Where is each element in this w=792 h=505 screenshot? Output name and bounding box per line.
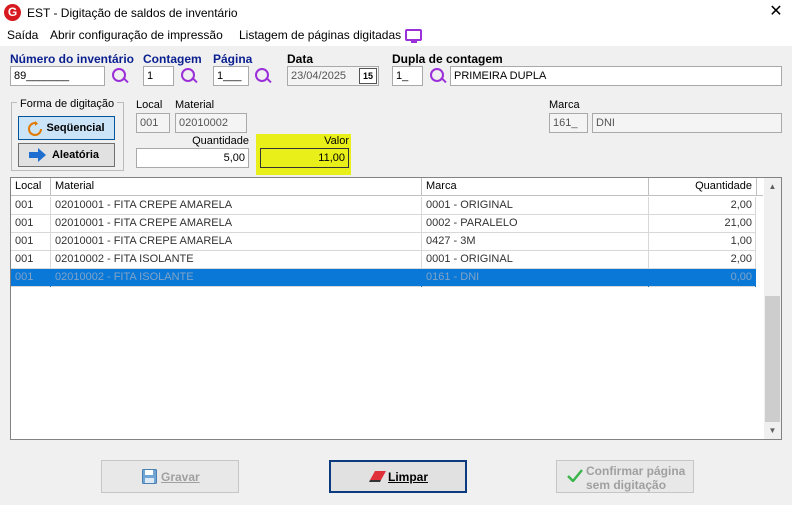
sequential-label: Seqüencial	[46, 122, 105, 134]
search-icon-pair[interactable]	[429, 67, 447, 85]
page-label: Página	[213, 52, 253, 66]
cell-material: 02010001 - FITA CREPE AMARELA	[51, 233, 422, 251]
confirm-page-button[interactable]: Confirmar página sem digitação	[556, 460, 694, 493]
scroll-down-icon[interactable]: ▼	[764, 422, 781, 439]
local-label: Local	[136, 99, 163, 111]
checkmark-icon	[567, 469, 583, 482]
close-icon[interactable]: ✕	[766, 2, 786, 22]
inventory-number-input[interactable]: 89_______	[10, 66, 105, 86]
count-pair-label: Dupla de contagem	[392, 52, 503, 66]
refresh-icon	[28, 121, 42, 136]
cell-quantity: 0,00	[649, 269, 756, 287]
page-input[interactable]: 1___	[213, 66, 249, 86]
arrow-right-icon	[29, 148, 46, 162]
table-row[interactable]: 001 02010002 - FITA ISOLANTE 0001 - ORIG…	[11, 251, 756, 269]
cell-material: 02010001 - FITA CREPE AMARELA	[51, 197, 422, 215]
cell-quantity: 2,00	[649, 251, 756, 269]
grid-header: Local Material Marca Quantidade	[11, 178, 763, 196]
brand-name-field: DNI	[592, 113, 782, 133]
cell-local: 001	[11, 215, 51, 233]
cell-brand: 0002 - PARALELO	[422, 215, 649, 233]
count-pair-name-field: PRIMEIRA DUPLA	[450, 66, 782, 86]
cell-local: 001	[11, 233, 51, 251]
col-header-material[interactable]: Material	[51, 178, 422, 196]
cell-material: 02010002 - FITA ISOLANTE	[51, 251, 422, 269]
scroll-thumb[interactable]	[765, 296, 780, 422]
cell-quantity: 2,00	[649, 197, 756, 215]
table-row[interactable]: 001 02010001 - FITA CREPE AMARELA 0427 -…	[11, 233, 756, 251]
value-input[interactable]: 11,00	[260, 148, 349, 168]
scroll-up-icon[interactable]: ▲	[764, 178, 781, 195]
menu-item-saida[interactable]: Saída	[7, 28, 38, 42]
local-input[interactable]: 001	[136, 113, 170, 133]
count-pair-code-input[interactable]: 1_	[392, 66, 423, 86]
cell-brand: 0427 - 3M	[422, 233, 649, 251]
menu-item-print-config[interactable]: Abrir configuração de impressão	[50, 28, 223, 42]
confirm-label-line2: sem digitação	[586, 478, 667, 492]
table-row[interactable]: 001 02010001 - FITA CREPE AMARELA 0001 -…	[11, 197, 756, 215]
cell-local: 001	[11, 269, 51, 287]
clear-button[interactable]: Limpar	[329, 460, 467, 493]
clear-label: Limpar	[388, 470, 429, 484]
inventory-number-label: Número do inventário	[10, 52, 135, 66]
cell-brand: 0161 - DNI	[422, 269, 649, 287]
calendar-icon[interactable]: 15	[359, 68, 377, 84]
random-label: Aleatória	[51, 149, 100, 161]
brand-code-input[interactable]: 161_	[549, 113, 588, 133]
cell-quantity: 21,00	[649, 215, 756, 233]
app-logo-icon: G	[4, 4, 21, 21]
cell-local: 001	[11, 251, 51, 269]
search-icon-page[interactable]	[254, 67, 272, 85]
quantity-input[interactable]: 5,00	[136, 148, 249, 168]
col-header-brand[interactable]: Marca	[422, 178, 649, 196]
save-label: Gravar	[161, 470, 200, 484]
date-label: Data	[287, 52, 314, 66]
search-icon-count[interactable]	[180, 67, 198, 85]
material-input[interactable]: 02010002	[175, 113, 247, 133]
confirm-label-line1: Confirmar página	[586, 464, 686, 478]
floppy-disk-icon	[142, 469, 157, 484]
menu-item-page-list[interactable]: Listagem de páginas digitadas	[239, 28, 401, 42]
count-label: Contagem	[143, 52, 202, 66]
cell-material: 02010001 - FITA CREPE AMARELA	[51, 215, 422, 233]
window-title: EST - Digitação de saldos de inventário	[27, 6, 238, 20]
brand-label: Marca	[549, 99, 580, 111]
table-row[interactable]: 001 02010001 - FITA CREPE AMARELA 0002 -…	[11, 215, 756, 233]
table-row-selected[interactable]: 001 02010002 - FITA ISOLANTE 0161 - DNI …	[11, 269, 756, 287]
random-button[interactable]: Aleatória	[18, 143, 115, 167]
cell-material: 02010002 - FITA ISOLANTE	[51, 269, 422, 287]
cell-brand: 0001 - ORIGINAL	[422, 251, 649, 269]
col-header-local[interactable]: Local	[11, 178, 51, 196]
entry-mode-title: Forma de digitação	[17, 98, 118, 110]
cell-brand: 0001 - ORIGINAL	[422, 197, 649, 215]
col-header-quantity[interactable]: Quantidade	[649, 178, 757, 196]
quantity-label: Quantidade	[192, 135, 249, 147]
eraser-icon	[369, 471, 386, 482]
save-button[interactable]: Gravar	[101, 460, 239, 493]
cell-local: 001	[11, 197, 51, 215]
count-input[interactable]: 1	[143, 66, 174, 86]
search-icon-inventory[interactable]	[111, 67, 129, 85]
sequential-button[interactable]: Seqüencial	[18, 116, 115, 140]
monitor-icon[interactable]	[405, 29, 422, 43]
value-label: Valor	[324, 135, 349, 147]
material-label: Material	[175, 99, 215, 111]
cell-quantity: 1,00	[649, 233, 756, 251]
